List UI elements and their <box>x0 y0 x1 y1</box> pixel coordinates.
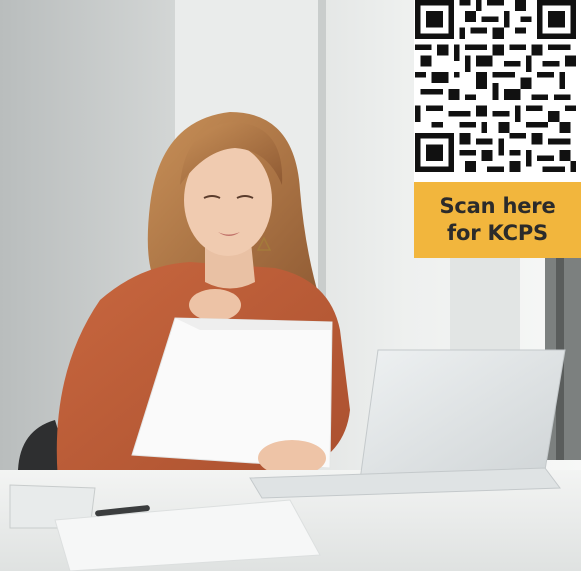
laptop-screen <box>359 349 566 481</box>
qr-panel <box>414 0 581 182</box>
scan-line-2: for KCPS <box>447 221 548 245</box>
scan-line-1: Scan here <box>439 194 556 218</box>
qr-code-icon[interactable] <box>414 0 577 172</box>
raised-hand <box>189 289 241 321</box>
window-mullion <box>318 0 326 330</box>
promo-photo: Scan here for KCPS <box>0 0 581 571</box>
scan-banner[interactable]: Scan here for KCPS <box>414 182 581 258</box>
